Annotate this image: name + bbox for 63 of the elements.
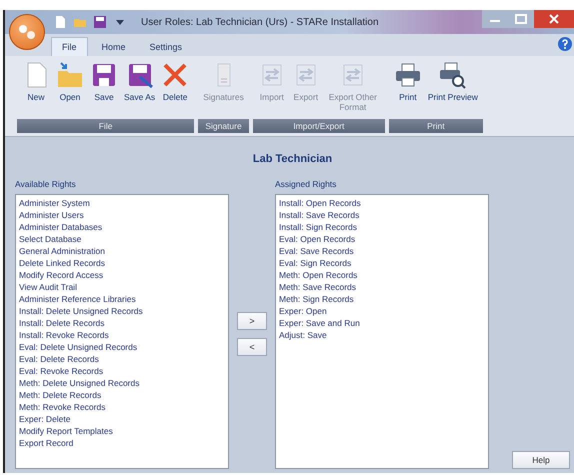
- application-menu-icon[interactable]: [9, 14, 45, 50]
- print-preview-icon: [438, 61, 467, 89]
- group-label: Import/Export: [252, 119, 385, 133]
- list-item[interactable]: Install: Open Records: [279, 197, 485, 209]
- list-item[interactable]: Meth: Delete Unsigned Records: [19, 377, 225, 389]
- list-item[interactable]: Meth: Delete Records: [19, 389, 225, 401]
- list-item[interactable]: Eval: Delete Records: [19, 353, 225, 365]
- list-item[interactable]: Modify Record Access: [19, 269, 225, 281]
- assigned-rights-list[interactable]: [275, 194, 489, 469]
- move-button[interactable]: <: [237, 338, 267, 356]
- folder-icon: [56, 61, 84, 89]
- list-item[interactable]: Meth: Revoke Records: [19, 401, 225, 413]
- role-heading: Lab Technician: [252, 153, 334, 165]
- list-item[interactable]: Eval: Sign Records: [279, 257, 485, 269]
- ribbon-button[interactable]: Open: [53, 59, 87, 105]
- ribbon-button[interactable]: Print: [390, 59, 425, 105]
- list-item[interactable]: Administer Databases: [19, 221, 225, 233]
- ribbon-button[interactable]: Save: [87, 59, 121, 105]
- group-label: Print: [388, 119, 483, 133]
- ribbon-tab[interactable]: Settings: [140, 38, 192, 56]
- list-item[interactable]: Eval: Open Records: [279, 233, 485, 245]
- list-item[interactable]: Administer Reference Libraries: [19, 293, 225, 305]
- list-label: Assigned Rights: [275, 179, 338, 189]
- list-item[interactable]: Meth: Save Records: [279, 281, 485, 293]
- list-item[interactable]: Select Database: [19, 233, 225, 245]
- ribbon-button[interactable]: New: [19, 59, 53, 105]
- list-item[interactable]: Meth: Sign Records: [279, 293, 485, 305]
- group-label: File: [17, 119, 194, 133]
- delete-icon: [161, 61, 190, 89]
- list-item[interactable]: Install: Delete Records: [19, 317, 225, 329]
- list-item[interactable]: Exper: Save and Run: [279, 317, 485, 329]
- list-item[interactable]: Exper: Delete: [19, 413, 225, 425]
- list-item[interactable]: Adjust: Save: [279, 329, 485, 341]
- printer-icon: [394, 61, 422, 89]
- ribbon-button[interactable]: Delete: [158, 59, 192, 105]
- window-title: User Roles: Lab Technician (Urs) - STARe Installation: [141, 16, 378, 28]
- list-label: Available Rights: [15, 179, 77, 189]
- list-item[interactable]: Modify Report Templates: [19, 425, 225, 437]
- list-item[interactable]: Administer Users: [19, 209, 225, 221]
- close-icon[interactable]: [534, 10, 574, 28]
- available-rights-list[interactable]: [15, 194, 229, 469]
- ribbon-tab[interactable]: Home: [92, 38, 136, 56]
- list-item[interactable]: Export Record: [19, 437, 225, 449]
- list-item[interactable]: Install: Revoke Records: [19, 329, 225, 341]
- list-item[interactable]: Meth: Open Records: [279, 269, 485, 281]
- list-item[interactable]: Eval: Save Records: [279, 245, 485, 257]
- ribbon-tab[interactable]: File: [51, 37, 88, 56]
- list-item[interactable]: View Audit Trail: [19, 281, 225, 293]
- list-item[interactable]: Delete Linked Records: [19, 257, 225, 269]
- list-item[interactable]: Install: Delete Unsigned Records: [19, 305, 225, 317]
- move-button[interactable]: >: [237, 312, 267, 330]
- list-item[interactable]: General Administration: [19, 245, 225, 257]
- list-item[interactable]: Eval: Revoke Records: [19, 365, 225, 377]
- list-item[interactable]: Administer System: [19, 197, 225, 209]
- group-label: Signature: [198, 119, 249, 133]
- list-item[interactable]: Install: Sign Records: [279, 221, 485, 233]
- list-item[interactable]: Install: Save Records: [279, 209, 485, 221]
- list-item[interactable]: Eval: Delete Unsigned Records: [19, 341, 225, 353]
- list-item[interactable]: Exper: Open: [279, 305, 485, 317]
- help-button[interactable]: Help: [512, 451, 570, 469]
- ribbon-button[interactable]: Save As: [121, 59, 158, 105]
- ribbon-button[interactable]: Print Preview: [424, 59, 481, 105]
- help-icon[interactable]: [558, 37, 572, 51]
